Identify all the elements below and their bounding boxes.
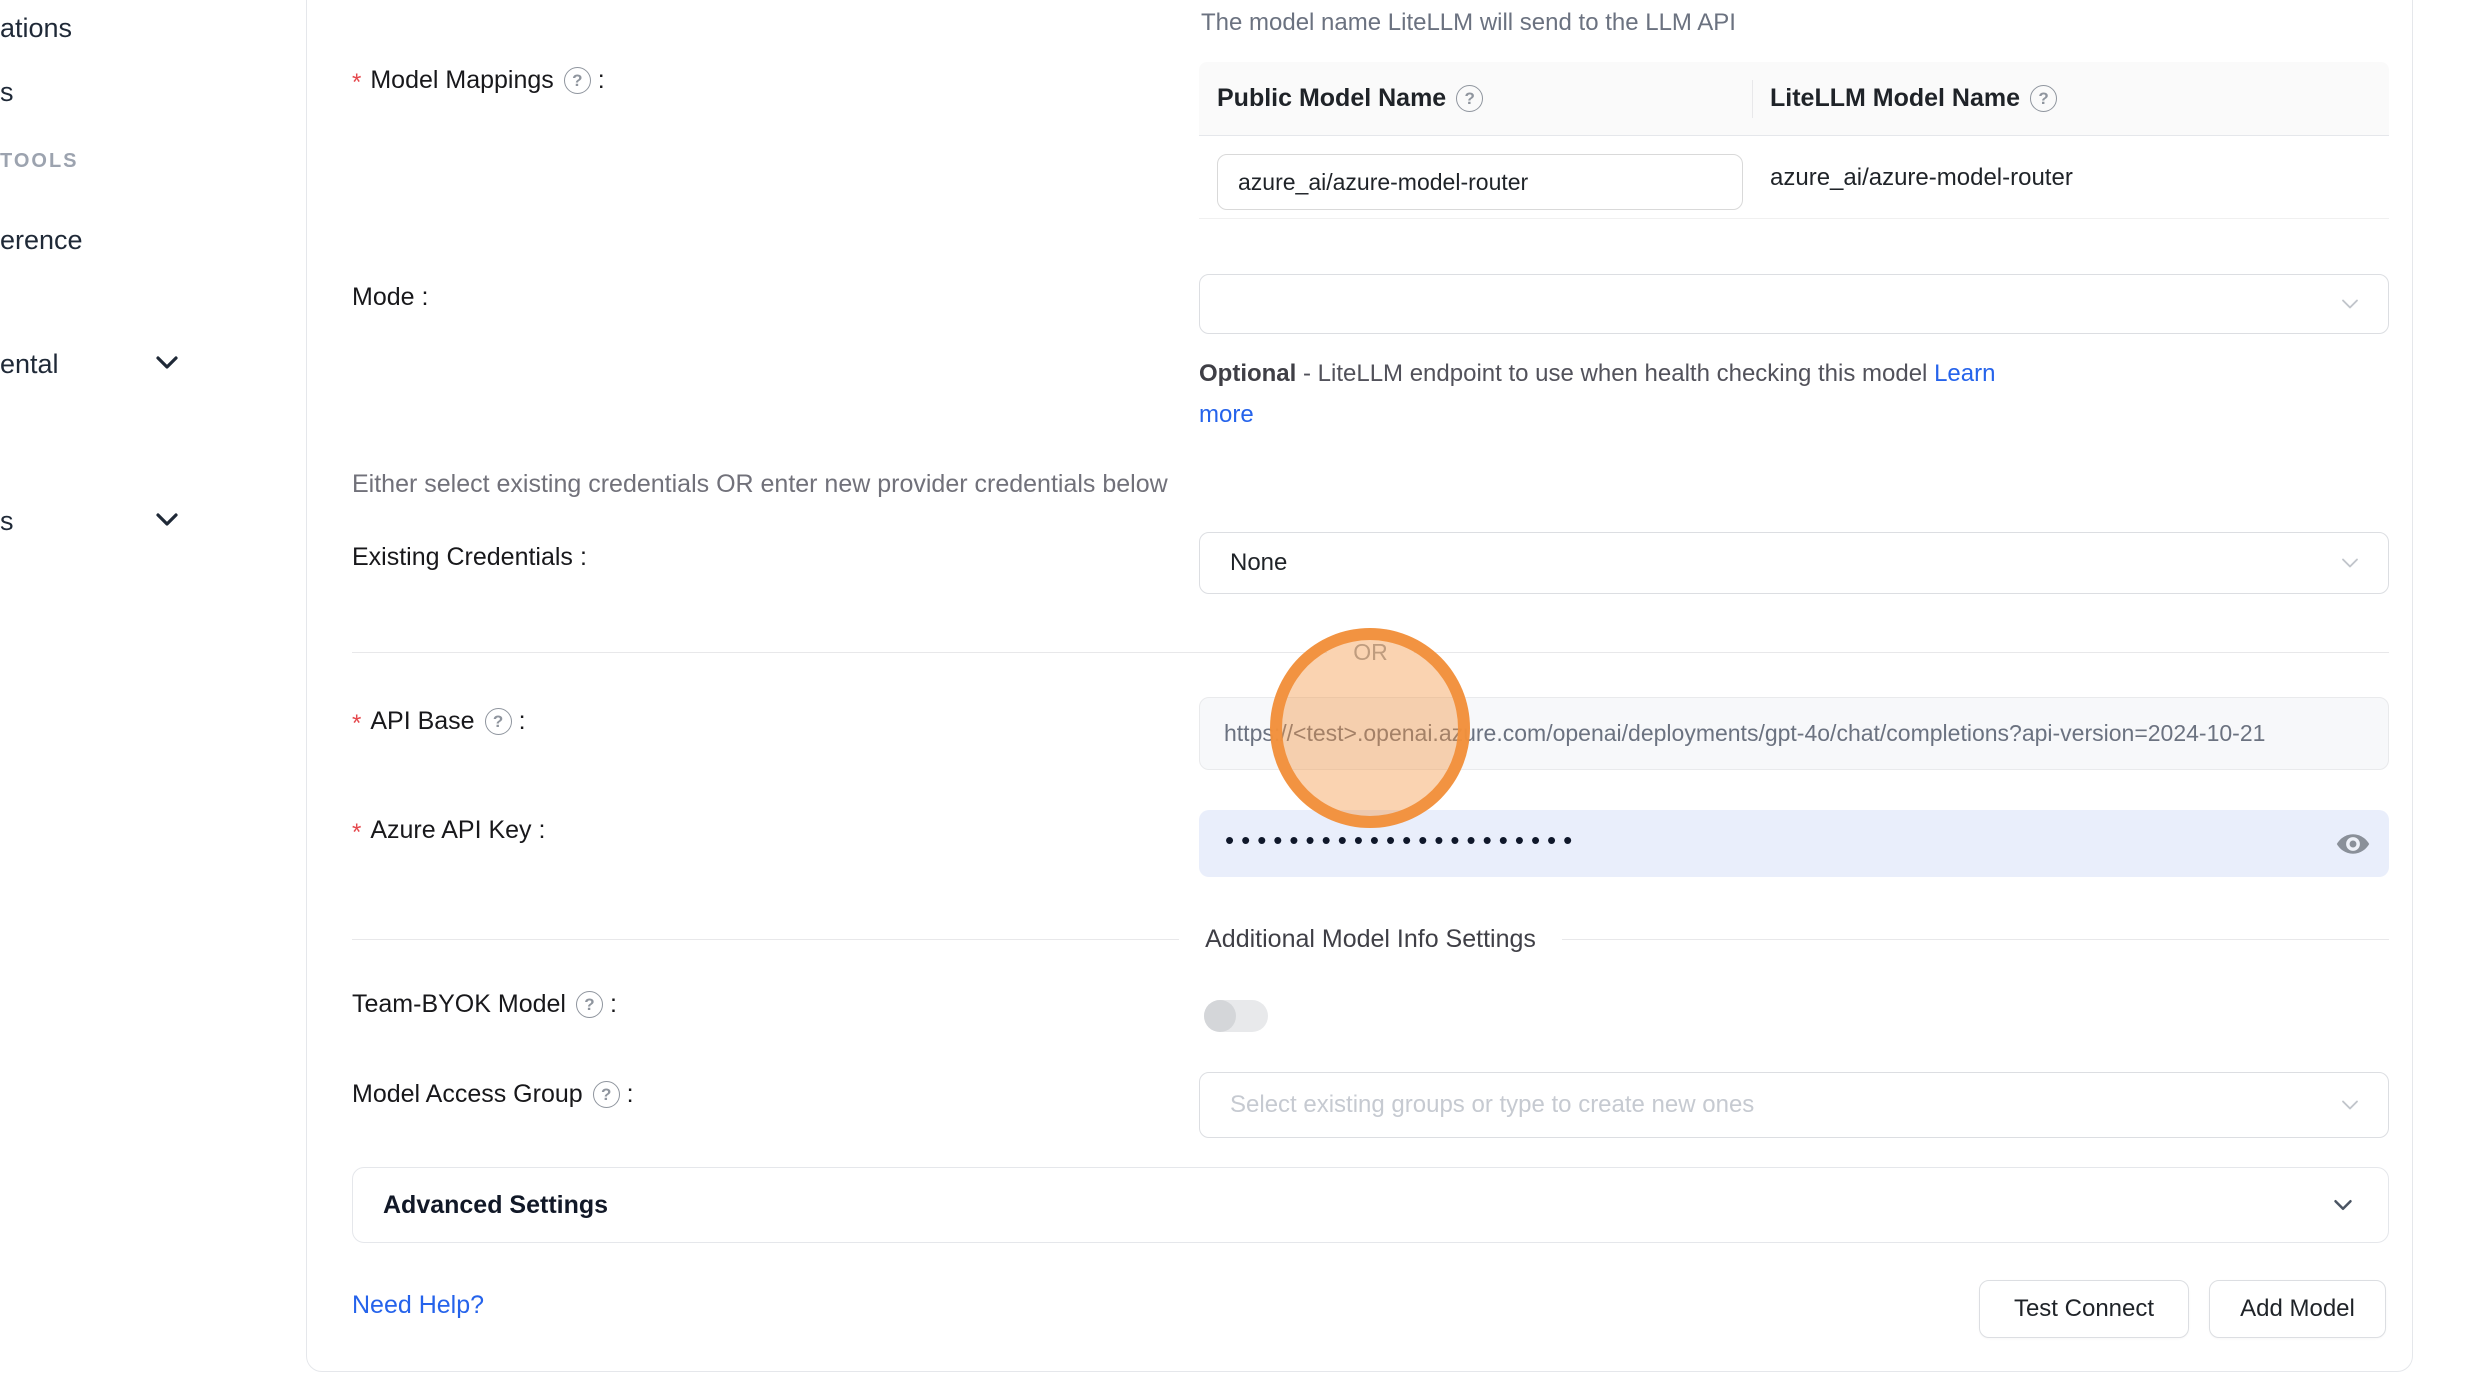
api-base-label: API Base (370, 707, 474, 736)
sidebar-item-label: ental (0, 349, 59, 380)
help-question-icon[interactable]: ? (2030, 85, 2057, 112)
litellm-model-name-header: LiteLLM Model Name ? (1752, 84, 2057, 113)
toggle-knob (1204, 1000, 1236, 1032)
public-model-name-input[interactable] (1217, 154, 1743, 210)
mode-select[interactable] (1199, 274, 2389, 334)
add-model-form-card: The model name LiteLLM will send to the … (306, 0, 2413, 1372)
litellm-model-name-header-label: LiteLLM Model Name (1770, 84, 2020, 113)
label-colon: : (610, 990, 617, 1019)
model-access-group-placeholder: Select existing groups or type to create… (1230, 1091, 1754, 1119)
additional-settings-divider-text: Additional Model Info Settings (1179, 925, 1562, 954)
api-base-input[interactable]: https://<test>.openai.azure.com/openai/d… (1199, 697, 2389, 770)
existing-credentials-label: Existing Credentials (352, 543, 573, 572)
chevron-down-icon (2336, 549, 2364, 577)
existing-credentials-label-row: Existing Credentials : (352, 543, 587, 572)
label-colon: : (627, 1080, 634, 1109)
required-asterisk: * (352, 69, 361, 97)
help-question-icon[interactable]: ? (485, 708, 512, 735)
mode-help-bold: Optional (1199, 360, 1296, 387)
help-question-icon[interactable]: ? (576, 991, 603, 1018)
sidebar-item-label: erence (0, 225, 83, 256)
help-question-icon[interactable]: ? (593, 1081, 620, 1108)
or-divider: OR (352, 639, 2389, 666)
sidebar-item-settings[interactable]: s (0, 506, 14, 537)
sidebar-item-integrations[interactable]: ations (0, 13, 72, 44)
chevron-down-icon (2336, 1091, 2364, 1119)
model-mappings-table: Public Model Name ? LiteLLM Model Name ?… (1199, 62, 2389, 219)
add-model-button[interactable]: Add Model (2209, 1280, 2386, 1338)
additional-settings-divider: Additional Model Info Settings (352, 925, 2389, 954)
required-asterisk: * (352, 710, 361, 738)
or-divider-text: OR (1327, 639, 1414, 666)
label-colon: : (580, 543, 587, 572)
chevron-down-icon (2336, 290, 2364, 318)
mode-help-text: Optional - LiteLLM endpoint to use when … (1199, 353, 1995, 435)
model-name-help-text: The model name LiteLLM will send to the … (1201, 9, 1736, 37)
credentials-note: Either select existing credentials OR en… (352, 470, 1168, 499)
azure-api-key-label-row: * Azure API Key : (352, 816, 546, 845)
mode-label-row: Mode : (352, 283, 429, 312)
label-colon: : (598, 66, 605, 95)
model-access-group-select[interactable]: Select existing groups or type to create… (1199, 1072, 2389, 1138)
existing-credentials-select[interactable]: None (1199, 532, 2389, 594)
column-separator (1752, 80, 1753, 118)
learn-more-link[interactable]: Learn (1934, 360, 1995, 387)
model-access-group-label-row: Model Access Group ? : (352, 1080, 634, 1109)
chevron-down-icon (155, 512, 179, 533)
litellm-model-name-value: azure_ai/azure-model-router (1770, 136, 2073, 219)
chevron-down-icon (155, 355, 179, 376)
chevron-down-icon (2328, 1190, 2358, 1220)
team-byok-toggle[interactable] (1204, 1000, 1268, 1032)
advanced-settings-title: Advanced Settings (383, 1191, 608, 1220)
label-colon: : (519, 707, 526, 736)
sidebar-item-label: s (0, 506, 14, 537)
existing-credentials-value: None (1230, 549, 1287, 577)
advanced-settings-panel[interactable]: Advanced Settings (352, 1167, 2389, 1243)
sidebar-item-inference[interactable]: erence (0, 225, 83, 256)
divider-line (352, 939, 1179, 940)
azure-api-key-input[interactable]: •••••••••••••••••••••• (1199, 810, 2389, 877)
model-mapping-row: azure_ai/azure-model-router (1199, 136, 2389, 219)
mode-help-line1: Optional - LiteLLM endpoint to use when … (1199, 353, 1995, 394)
divider-line (1414, 652, 2389, 653)
label-colon: : (539, 816, 546, 845)
azure-api-key-label: Azure API Key (370, 816, 531, 845)
sidebar-item-models[interactable]: s (0, 77, 14, 108)
mode-help-rest: - LiteLLM endpoint to use when health ch… (1296, 360, 1934, 387)
masked-password-value: •••••••••••••••••••••• (1225, 825, 1579, 856)
sidebar-item-label: s (0, 77, 14, 108)
help-question-icon[interactable]: ? (1456, 85, 1483, 112)
eye-icon[interactable] (2335, 829, 2371, 859)
label-colon: : (422, 283, 429, 312)
learn-more-link[interactable]: more (1199, 401, 1254, 428)
model-mappings-table-header: Public Model Name ? LiteLLM Model Name ? (1199, 62, 2389, 136)
sidebar-section-tools: TOOLS (0, 150, 79, 173)
test-connect-button[interactable]: Test Connect (1979, 1280, 2189, 1338)
divider-line (1562, 939, 2389, 940)
help-question-icon[interactable]: ? (564, 67, 591, 94)
add-model-screen: ations s TOOLS erence ental s The model … (0, 0, 2477, 1385)
required-asterisk: * (352, 819, 361, 847)
model-mappings-label: Model Mappings (370, 66, 553, 95)
sidebar-item-experimental[interactable]: ental (0, 349, 59, 380)
model-access-group-label: Model Access Group (352, 1080, 583, 1109)
api-base-label-row: * API Base ? : (352, 707, 526, 736)
team-byok-label: Team-BYOK Model (352, 990, 566, 1019)
mode-label: Mode (352, 283, 415, 312)
public-model-name-header-label: Public Model Name (1217, 84, 1446, 113)
team-byok-label-row: Team-BYOK Model ? : (352, 990, 617, 1019)
divider-line (352, 652, 1327, 653)
mode-help-line2: more (1199, 394, 1995, 435)
need-help-link[interactable]: Need Help? (352, 1291, 484, 1320)
sidebar-item-label: ations (0, 13, 72, 44)
public-model-name-header: Public Model Name ? (1199, 84, 1752, 113)
sidebar: ations s TOOLS erence ental s (0, 0, 306, 1385)
model-mappings-label-row: * Model Mappings ? : (352, 66, 605, 95)
